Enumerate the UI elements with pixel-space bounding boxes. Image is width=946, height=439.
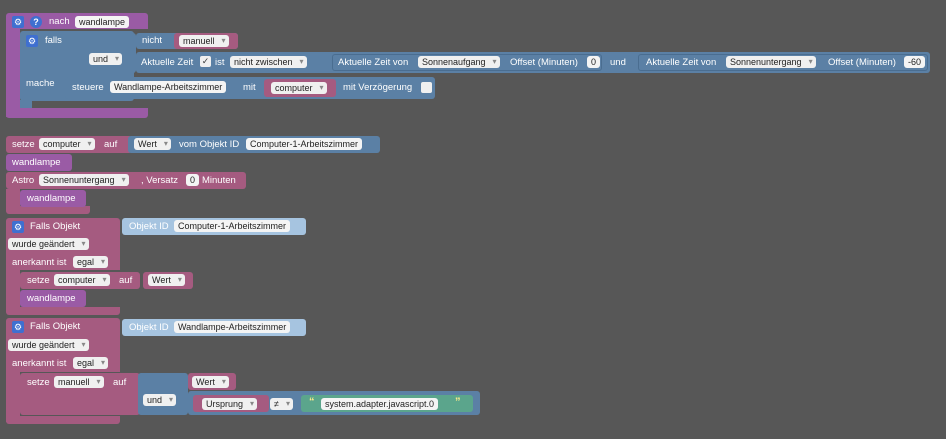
- quote-open-icon: “: [309, 396, 315, 408]
- gear-icon[interactable]: ⚙: [12, 221, 24, 233]
- falls-objekt-label: Falls Objekt: [30, 321, 81, 332]
- versatz-field[interactable]: 0: [186, 174, 200, 186]
- auf-label: auf: [104, 139, 118, 150]
- quote-close-icon: ”: [455, 396, 461, 408]
- value-dropdown[interactable]: Wert: [148, 274, 185, 286]
- nicht-label: nicht: [142, 35, 163, 46]
- anerkannt-label: anerkannt ist: [12, 358, 67, 369]
- ack-dropdown[interactable]: egal: [73, 357, 109, 369]
- function-name-field[interactable]: wandlampe: [75, 16, 130, 28]
- und-label: und: [610, 57, 626, 68]
- steuere-label: steuere: [72, 82, 104, 93]
- delay-checkbox[interactable]: [421, 82, 432, 93]
- control-target-field[interactable]: Wandlampe-Arbeitszimmer: [110, 81, 227, 93]
- value-type-dropdown[interactable]: Wert: [134, 138, 171, 150]
- function-call-label: wandlampe: [27, 293, 76, 304]
- mache-label: mache: [26, 78, 55, 89]
- variable-dropdown[interactable]: computer: [39, 138, 95, 150]
- on-change-block-side: [6, 270, 20, 312]
- offset-label: Offset (Minuten): [828, 57, 896, 68]
- check-icon[interactable]: ✓: [200, 56, 211, 67]
- astro-event-dropdown[interactable]: Sonnenuntergang: [39, 174, 129, 186]
- auf-label: auf: [113, 377, 127, 388]
- change-type-dropdown[interactable]: wurde geändert: [8, 238, 89, 250]
- function-block-body-left: [6, 29, 20, 117]
- setze-label: setze: [27, 275, 50, 286]
- setze-label: setze: [27, 377, 50, 388]
- sunset-dropdown[interactable]: Sonnenuntergang: [726, 56, 816, 68]
- variable-dropdown[interactable]: manuell: [54, 376, 104, 388]
- and-operator-dropdown[interactable]: und: [89, 53, 123, 65]
- objekt-id-label: Objekt ID: [129, 322, 169, 333]
- on-change-block-bottom: [6, 416, 120, 424]
- compare-operator-dropdown[interactable]: nicht zwischen: [230, 56, 307, 68]
- gear-icon[interactable]: ⚙: [12, 16, 24, 28]
- on-change-block-bottom: [6, 307, 120, 315]
- minuten-label: Minuten: [202, 175, 236, 186]
- objekt-id-label: Objekt ID: [129, 221, 169, 232]
- function-block-bottom: [6, 108, 148, 118]
- gear-icon[interactable]: ⚙: [12, 321, 24, 333]
- offset-label: Offset (Minuten): [510, 57, 578, 68]
- nach-label: nach: [49, 16, 70, 27]
- on-change-block-side: [6, 372, 20, 422]
- sunrise-dropdown[interactable]: Sonnenaufgang: [418, 56, 500, 68]
- falls-objekt-label: Falls Objekt: [30, 221, 81, 232]
- variable-dropdown[interactable]: computer: [54, 274, 110, 286]
- string-field[interactable]: system.adapter.javascript.0: [321, 398, 439, 410]
- object-id-field[interactable]: Computer-1-Arbeitszimmer: [174, 220, 291, 232]
- akt-zeit-von-label: Aktuelle Zeit von: [646, 57, 717, 68]
- function-call-label: wandlampe: [27, 193, 76, 204]
- versatz-label: , Versatz: [141, 175, 178, 186]
- help-icon[interactable]: ?: [30, 16, 42, 28]
- variable-dropdown-manuell[interactable]: manuell: [179, 35, 229, 47]
- astro-trigger-side: [6, 189, 20, 207]
- ack-dropdown[interactable]: egal: [73, 256, 109, 268]
- if-block-lower: [20, 100, 32, 108]
- source-dropdown[interactable]: Ursprung: [202, 398, 258, 410]
- auf-label: auf: [119, 275, 133, 286]
- function-call-label: wandlampe: [12, 157, 61, 168]
- value-dropdown[interactable]: Wert: [192, 376, 229, 388]
- object-id-field[interactable]: Wandlampe-Arbeitszimmer: [174, 321, 291, 333]
- anerkannt-label: anerkannt ist: [12, 257, 67, 268]
- astro-label: Astro: [12, 175, 35, 186]
- astro-trigger-bottom: [6, 206, 90, 214]
- vom-objekt-label: vom Objekt ID: [179, 139, 240, 150]
- akt-zeit-von-label: Aktuelle Zeit von: [338, 57, 409, 68]
- and-operator-dropdown[interactable]: und: [143, 394, 177, 406]
- offset-field-1[interactable]: 0: [587, 56, 601, 68]
- verzoegerung-label: mit Verzögerung: [343, 82, 413, 93]
- falls-label: falls: [45, 35, 62, 46]
- setze-label: setze: [12, 139, 35, 150]
- mit-label: mit: [243, 82, 256, 93]
- variable-dropdown-computer[interactable]: computer: [271, 82, 327, 94]
- object-id-field[interactable]: Computer-1-Arbeitszimmer: [246, 138, 363, 150]
- change-type-dropdown[interactable]: wurde geändert: [8, 339, 89, 351]
- offset-field-2[interactable]: -60: [904, 56, 926, 68]
- ist-label: ist: [215, 57, 225, 68]
- gear-icon[interactable]: ⚙: [26, 35, 38, 47]
- compare-operator-dropdown[interactable]: ≠: [270, 398, 293, 410]
- aktuelle-zeit-label: Aktuelle Zeit: [141, 57, 194, 68]
